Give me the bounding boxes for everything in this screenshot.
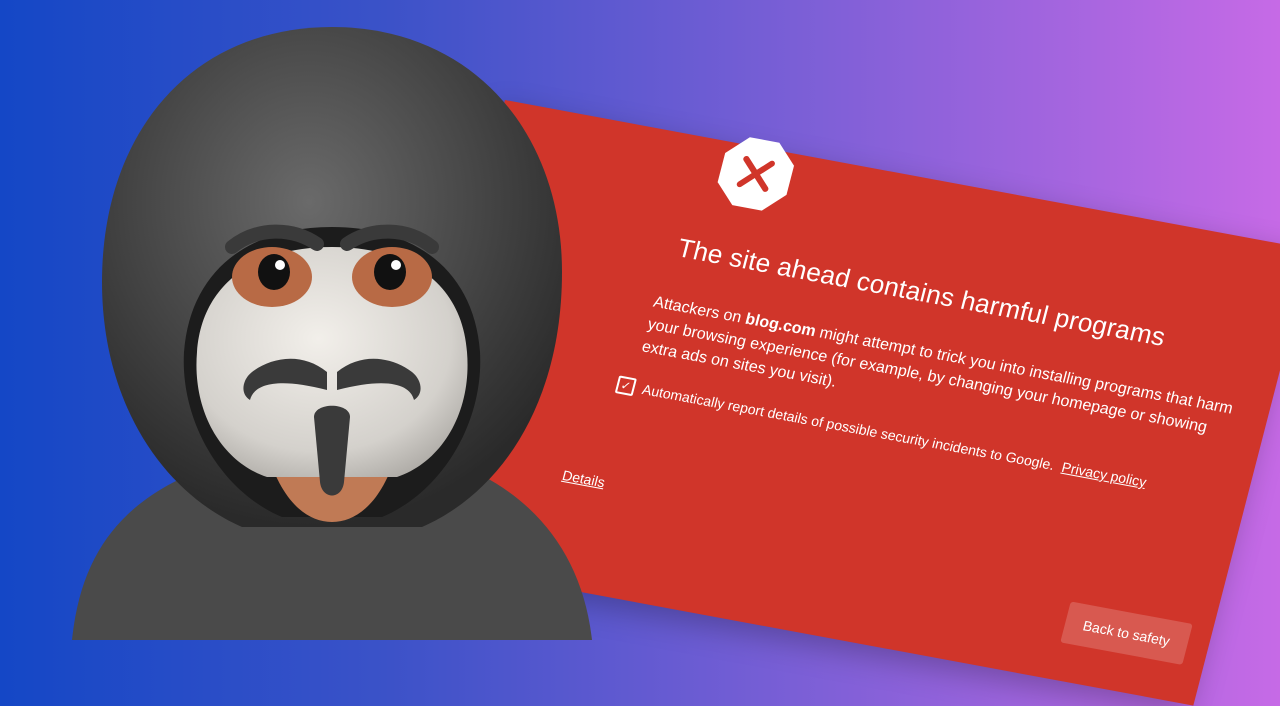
hooded-hacker-illustration <box>72 22 592 640</box>
error-x-octagon-icon <box>710 131 801 216</box>
privacy-policy-link[interactable]: Privacy policy <box>1060 459 1148 490</box>
report-checkbox[interactable]: ✓ <box>614 375 637 397</box>
back-to-safety-button[interactable]: Back to safety <box>1060 601 1193 665</box>
checkmark-icon: ✓ <box>619 378 633 394</box>
